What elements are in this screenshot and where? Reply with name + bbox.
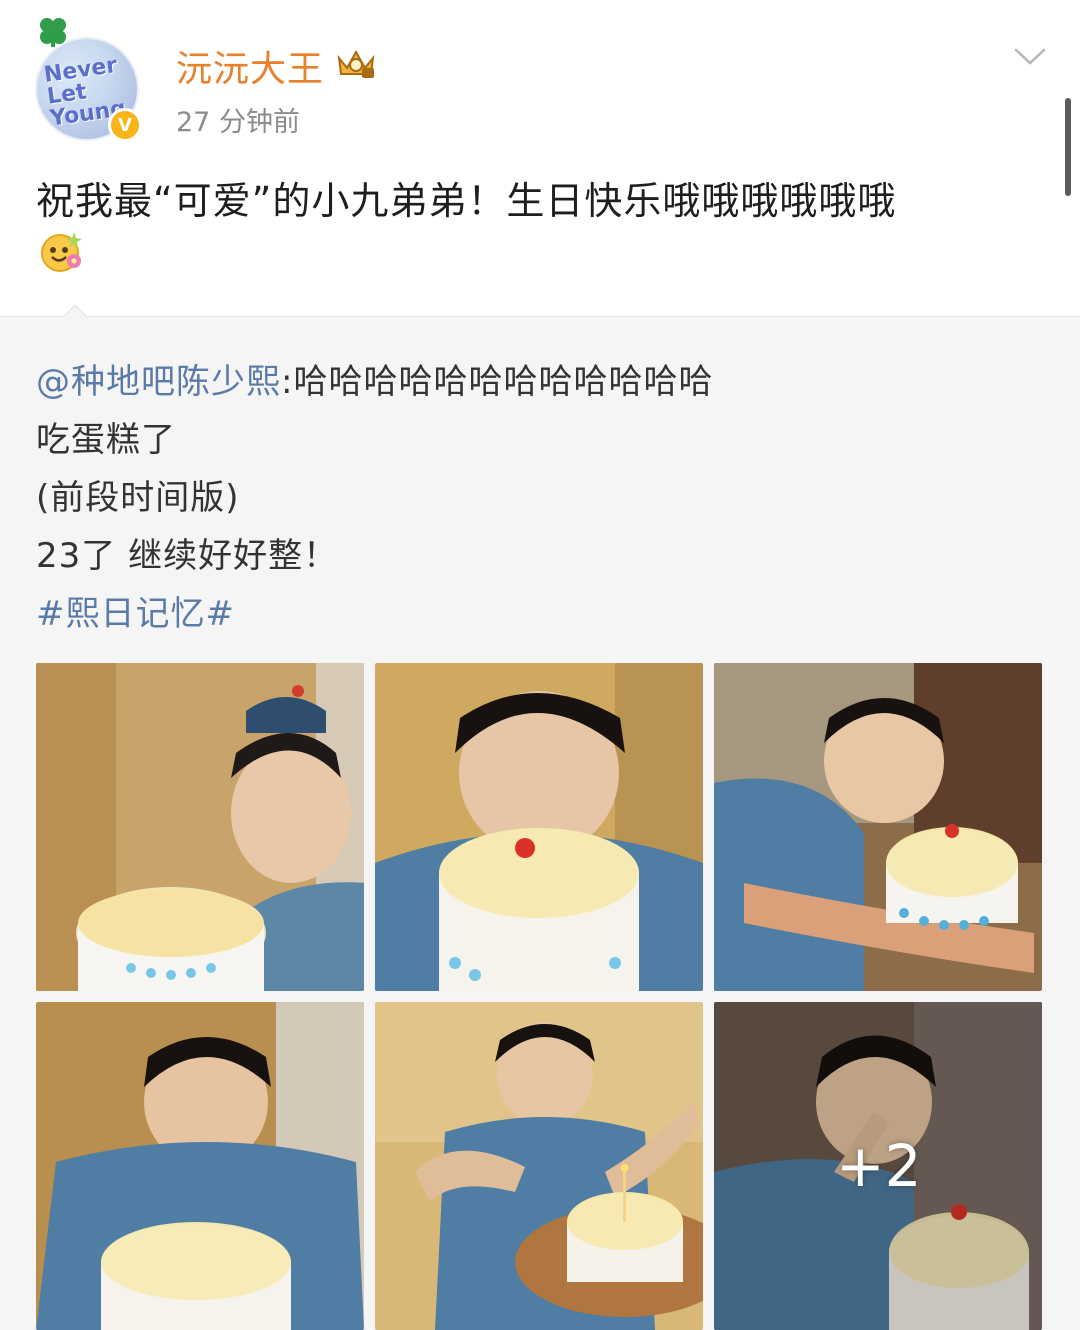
post-text: 祝我最“可爱”的小九弟弟！生日快乐哦哦哦哦哦哦 xyxy=(36,179,897,223)
repost-line-2: 吃蛋糕了 xyxy=(36,420,176,460)
scrollbar[interactable] xyxy=(1065,98,1071,196)
photo-1[interactable] xyxy=(36,663,364,991)
verified-icon: V xyxy=(108,108,142,142)
smile-flower-emoji xyxy=(41,232,82,272)
timestamp: 27 分钟前 xyxy=(176,107,300,138)
clover-icon xyxy=(40,18,66,47)
repost-caret xyxy=(62,304,88,318)
chevron-down-icon[interactable] xyxy=(1014,44,1046,68)
hashtag-link[interactable]: #熙日记忆# xyxy=(36,586,235,635)
username[interactable]: 沅沅大王 xyxy=(176,40,324,92)
photo-2[interactable] xyxy=(375,663,703,991)
mention-link[interactable]: @种地吧陈少熙 xyxy=(36,362,281,402)
repost-line-1: @种地吧陈少熙:哈哈哈哈哈哈哈哈哈哈哈哈 xyxy=(36,354,713,403)
more-photos-badge[interactable]: +2 xyxy=(836,1132,922,1200)
repost-line-4: 23了 继续好好整！ xyxy=(36,536,339,576)
repost-line-3: (前段时间版) xyxy=(36,478,240,518)
vip-crown-icon[interactable] xyxy=(333,44,379,82)
photo-5[interactable] xyxy=(375,1002,703,1330)
repost-text-1: :哈哈哈哈哈哈哈哈哈哈哈哈 xyxy=(281,362,714,402)
photo-3[interactable] xyxy=(714,663,1042,991)
photo-4[interactable] xyxy=(36,1002,364,1330)
post-header: Never Let Young V 沅沅大王 27 分钟前 祝我最“可爱”的小九… xyxy=(0,0,1080,316)
